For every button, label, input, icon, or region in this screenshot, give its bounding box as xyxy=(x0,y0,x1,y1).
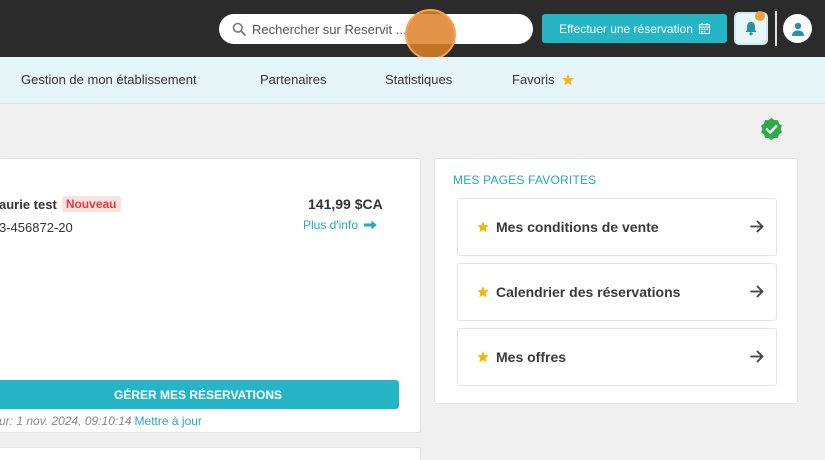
favorite-item-sales-conditions[interactable]: Mes conditions de vente xyxy=(457,198,777,256)
star-icon xyxy=(477,286,489,298)
favorite-pages-card: MES PAGES FAVORITES Mes conditions de ve… xyxy=(434,158,798,404)
reservation-amount: 141,99 $CA xyxy=(308,196,383,212)
favorite-item-label: Calendrier des réservations xyxy=(496,284,681,300)
secondary-card xyxy=(0,447,421,460)
nav-item-statistics[interactable]: Statistiques xyxy=(385,72,452,87)
check-badge-icon xyxy=(761,117,782,141)
user-avatar[interactable] xyxy=(783,14,812,43)
arrow-right-icon xyxy=(750,285,764,298)
star-icon xyxy=(477,221,489,233)
star-icon xyxy=(561,73,574,85)
last-updated: ur: 1 nov. 2024, 09:10:14 Mettre à jour xyxy=(0,414,202,428)
search-box[interactable] xyxy=(219,14,533,44)
nav-item-partners[interactable]: Partenaires xyxy=(260,72,326,87)
client-name: aurie test Nouveau xyxy=(0,196,121,212)
bell-icon xyxy=(745,22,757,36)
update-link[interactable]: Mettre à jour xyxy=(135,414,202,428)
divider xyxy=(775,11,777,46)
favorite-item-offers[interactable]: Mes offres xyxy=(457,328,777,386)
notification-dot xyxy=(755,11,765,21)
nav-item-favorites[interactable]: Favoris xyxy=(512,72,575,87)
nav-item-label: Partenaires xyxy=(260,72,327,87)
search-icon xyxy=(232,22,246,36)
arrow-right-icon xyxy=(750,350,764,363)
calendar-icon xyxy=(698,23,710,34)
user-icon xyxy=(791,22,804,36)
nav-item-label: Gestion de mon établissement xyxy=(21,72,197,87)
more-info-label: Plus d'info xyxy=(303,218,358,232)
manage-reservations-button[interactable]: GÉRER MES RÉSERVATIONS xyxy=(0,380,399,409)
client-name-text: aurie test xyxy=(0,196,57,212)
favorite-pages-title: MES PAGES FAVORITES xyxy=(453,173,597,187)
nav-item-establishment[interactable]: Gestion de mon établissement xyxy=(21,72,197,87)
main-nav: Gestion de mon établissement Partenaires… xyxy=(0,57,825,104)
more-info-link[interactable]: Plus d'info xyxy=(303,218,377,232)
notifications-button[interactable] xyxy=(734,11,768,45)
star-icon xyxy=(477,351,489,363)
nav-item-label: Statistiques xyxy=(385,72,453,87)
favorite-item-reservations-calendar[interactable]: Calendrier des réservations xyxy=(457,263,777,321)
reservation-reference: 3-456872-20 xyxy=(0,220,73,235)
favorite-item-label: Mes offres xyxy=(496,349,567,365)
arrow-right-icon xyxy=(364,220,377,230)
make-reservation-button[interactable]: Effectuer une réservation xyxy=(542,14,727,43)
status-badge: Nouveau xyxy=(61,196,121,212)
make-reservation-label: Effectuer une réservation xyxy=(559,21,693,36)
favorite-item-label: Mes conditions de vente xyxy=(496,219,659,235)
reservation-card: aurie test Nouveau 3-456872-20 141,99 $C… xyxy=(0,158,421,433)
last-updated-text: ur: 1 nov. 2024, 09:10:14 xyxy=(0,414,132,428)
top-bar: Effectuer une réservation xyxy=(0,0,825,60)
nav-item-label: Favoris xyxy=(512,72,555,87)
cursor-indicator xyxy=(405,9,456,60)
arrow-right-icon xyxy=(750,220,764,233)
